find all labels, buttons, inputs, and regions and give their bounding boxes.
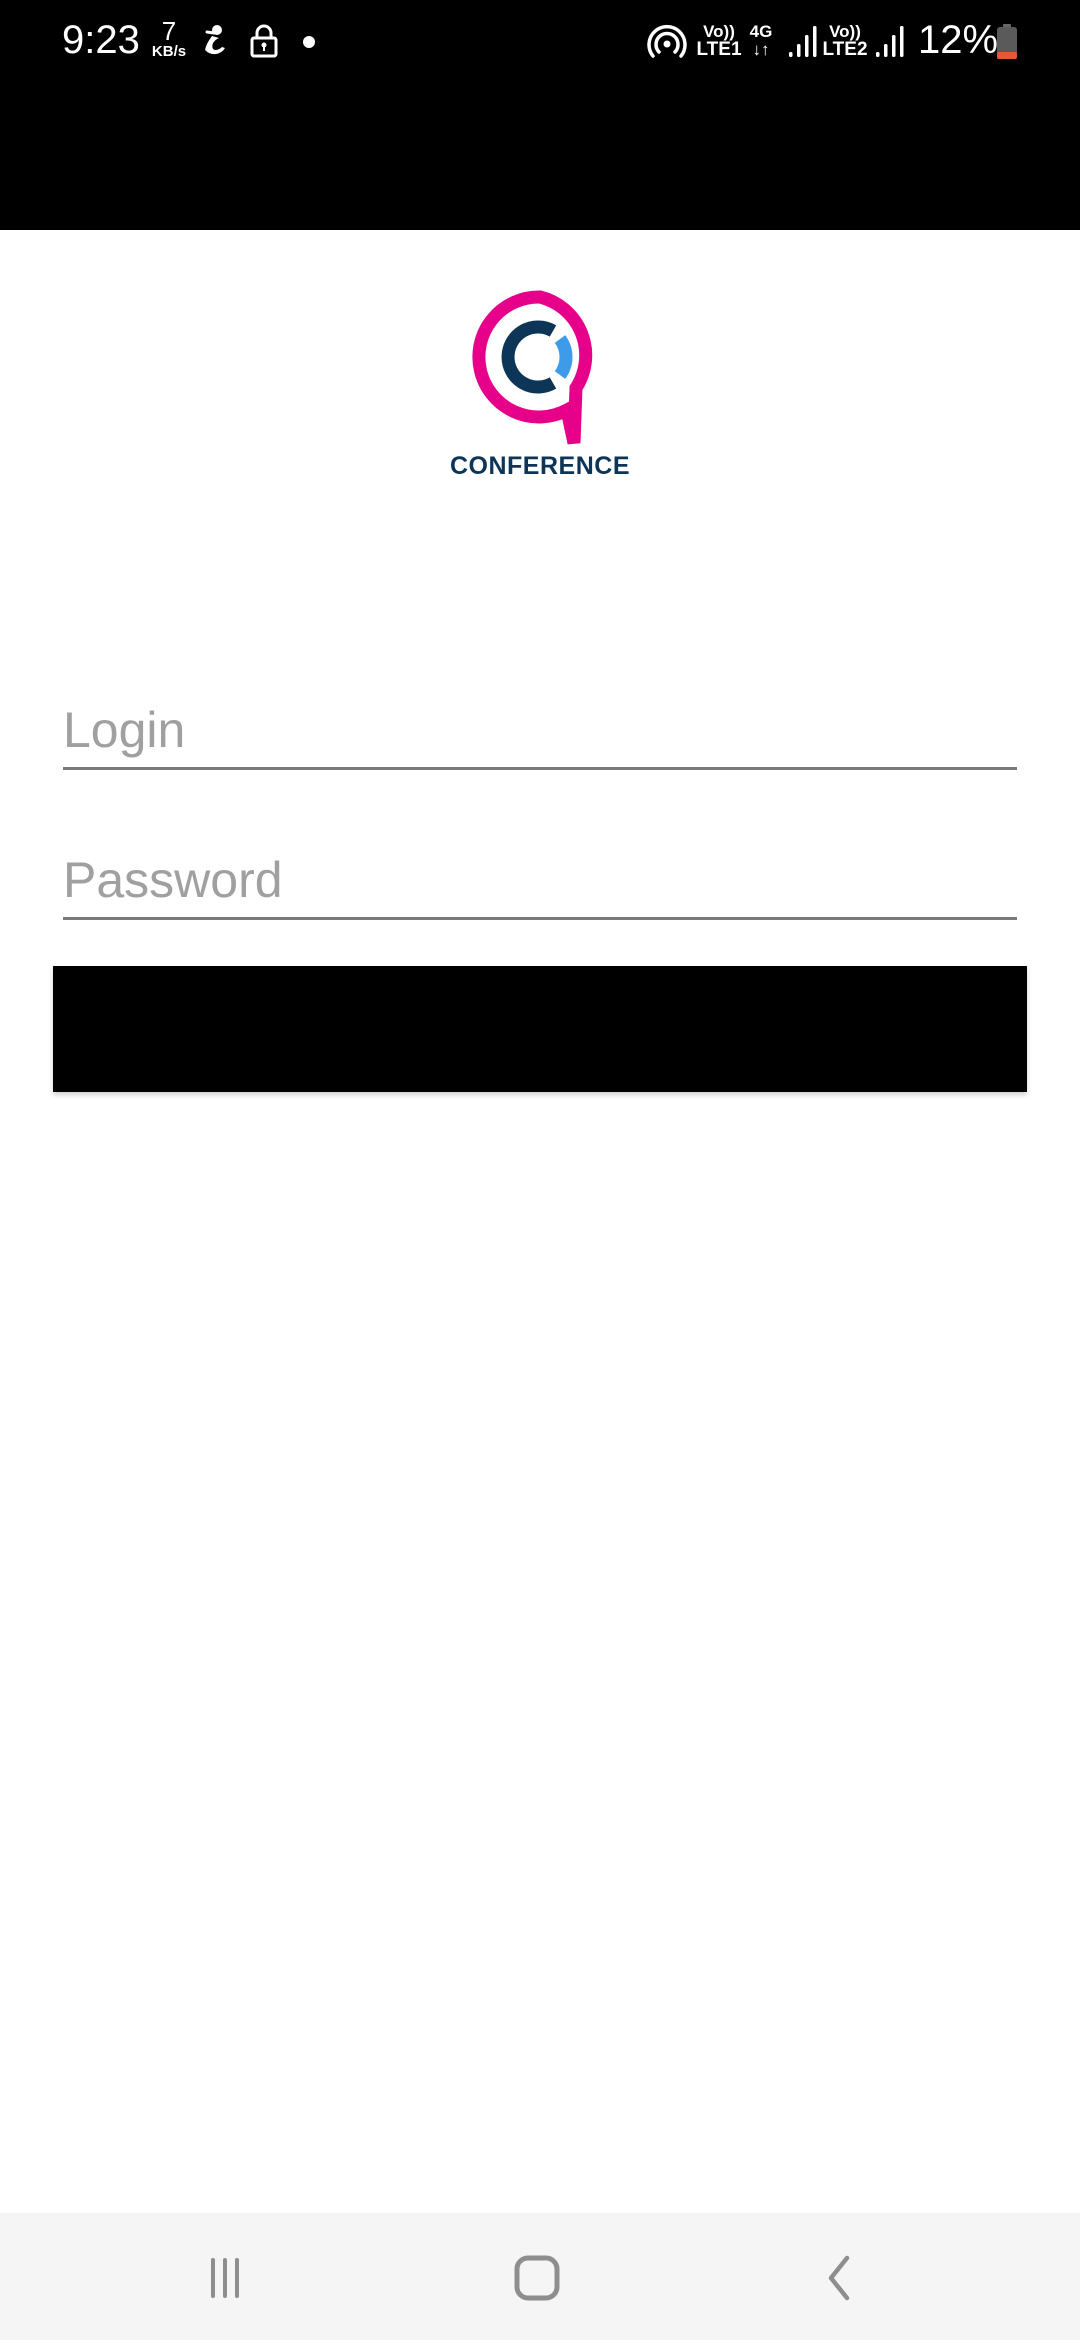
app-logo-text: CONFERENCE <box>449 452 630 480</box>
network-speed: 7 KB/s <box>148 18 190 60</box>
sim1-volte: Vo)) LTE1 <box>696 23 742 60</box>
login-button[interactable] <box>53 966 1027 1092</box>
lock-icon <box>250 24 278 58</box>
network-speed-unit: KB/s <box>151 43 187 60</box>
signal-icon <box>789 26 817 57</box>
back-icon <box>828 2255 850 2301</box>
home-button[interactable] <box>477 2233 597 2323</box>
notification-dot-icon <box>303 36 315 48</box>
data-type: 4G ↓↑ <box>746 23 776 59</box>
hotspot-icon <box>647 25 687 58</box>
login-field[interactable] <box>63 687 1017 770</box>
status-bar: 9:23 7 KB/s Vo)) LTE1 4G ↓↑ Vo)) LTE2 12… <box>0 0 1080 230</box>
recents-icon <box>211 2258 239 2298</box>
network-speed-value: 7 <box>161 16 177 46</box>
data-type-label: 4G <box>749 22 773 41</box>
sim2-volte: Vo)) LTE2 <box>822 23 868 60</box>
battery-icon <box>997 24 1017 59</box>
sim1-lte-label: LTE1 <box>696 39 742 60</box>
recents-button[interactable] <box>165 2233 285 2323</box>
password-field[interactable] <box>63 837 1017 920</box>
status-time: 9:23 <box>62 18 140 62</box>
data-activity-icon: ↓↑ <box>752 40 770 59</box>
battery-percent: 12% <box>918 18 999 62</box>
signal-icon <box>876 26 904 57</box>
password-input[interactable] <box>63 847 1017 913</box>
app-logo-icon <box>472 290 593 445</box>
sim2-lte-label: LTE2 <box>822 39 868 60</box>
samsung-health-icon <box>205 25 225 55</box>
home-icon <box>514 2255 560 2301</box>
system-nav-bar <box>0 2213 1080 2340</box>
login-input[interactable] <box>63 697 1017 763</box>
back-button[interactable] <box>780 2233 900 2323</box>
